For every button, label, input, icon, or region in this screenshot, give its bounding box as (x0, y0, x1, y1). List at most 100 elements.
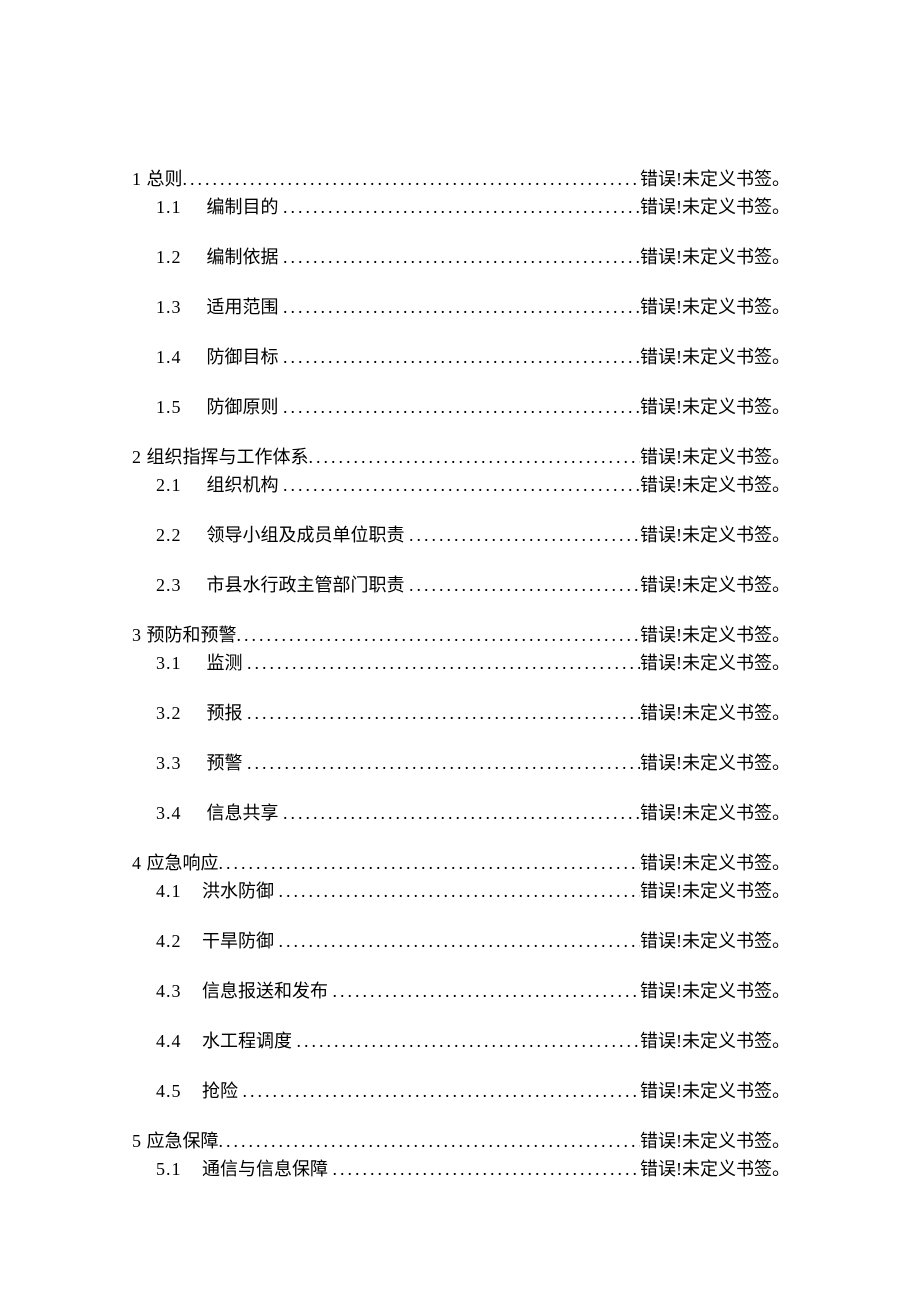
toc-entry-label: 1.1 编制目的 (156, 194, 283, 220)
toc-entry-label: 4.5抢险 (156, 1078, 243, 1104)
toc-entry-label: 1.5 防御原则 (156, 394, 283, 420)
dot-leader: ........................................… (247, 750, 640, 776)
toc-entry-number: 5 (132, 1128, 142, 1154)
toc-entry-pageref: 错误!未定义书签。 (640, 472, 790, 498)
dot-leader: ........................................… (283, 244, 640, 270)
toc-entry-label: 2.2 领导小组及成员单位职责 (156, 522, 409, 548)
toc-entry-label: 5.1通信与信息保障 (156, 1156, 333, 1182)
toc-entry-title: 监测 (207, 653, 243, 673)
toc-entry-title: 抢险 (202, 1081, 238, 1101)
toc-entry-subsection: 1.3 适用范围 ...............................… (132, 294, 790, 320)
toc-entry-subsection: 4.1洪水防御 ................................… (132, 878, 790, 904)
dot-leader: ........................................… (283, 344, 640, 370)
toc-entry-section: 5 应急保障..................................… (132, 1128, 790, 1154)
toc-entry-title: 信息共享 (207, 803, 279, 823)
toc-entry-pageref: 错误!未定义书签。 (640, 850, 790, 876)
toc-entry-label: 2.3 市县水行政主管部门职责 (156, 572, 409, 598)
toc-entry-number: 5.1 (156, 1156, 202, 1182)
toc-entry-number: 4.3 (156, 978, 202, 1004)
dot-leader: ........................................… (237, 622, 641, 648)
toc-entry-label: 3.1 监测 (156, 650, 247, 676)
toc-entry-pageref: 错误!未定义书签。 (640, 572, 790, 598)
dot-leader: ........................................… (279, 878, 641, 904)
toc-entry-number: 3.3 (156, 750, 202, 776)
toc-entry-title: 总则 (147, 169, 183, 189)
toc-entry-number: 4.5 (156, 1078, 202, 1104)
toc-entry-subsection: 3.2 预报 .................................… (132, 700, 790, 726)
toc-entry-pageref: 错误!未定义书签。 (640, 244, 790, 270)
toc-entry-title: 干旱防御 (202, 931, 274, 951)
toc-entry-pageref: 错误!未定义书签。 (640, 522, 790, 548)
toc-entry-subsection: 3.3 预警 .................................… (132, 750, 790, 776)
toc-entry-label: 2 组织指挥与工作体系 (132, 444, 309, 470)
toc-entry-title: 信息报送和发布 (202, 981, 328, 1001)
table-of-contents: 1 总则....................................… (132, 166, 790, 1182)
dot-leader: ........................................… (309, 444, 641, 470)
dot-leader: ........................................… (283, 294, 640, 320)
toc-entry-label: 4.1洪水防御 (156, 878, 279, 904)
toc-entry-pageref: 错误!未定义书签。 (640, 622, 790, 648)
toc-entry-label: 3.3 预警 (156, 750, 247, 776)
toc-entry-number: 4.2 (156, 928, 202, 954)
toc-entry-label: 4.2干旱防御 (156, 928, 279, 954)
toc-entry-label: 2.1 组织机构 (156, 472, 283, 498)
toc-entry-number: 2.1 (156, 472, 202, 498)
toc-entry-title: 应急保障 (147, 1131, 219, 1151)
toc-entry-section: 4 应急响应..................................… (132, 850, 790, 876)
toc-entry-title: 组织机构 (207, 475, 279, 495)
dot-leader: ........................................… (409, 572, 640, 598)
toc-entry-title: 水工程调度 (202, 1031, 292, 1051)
dot-leader: ........................................… (333, 978, 641, 1004)
toc-entry-subsection: 4.5抢险 ..................................… (132, 1078, 790, 1104)
dot-leader: ........................................… (247, 650, 640, 676)
toc-entry-section: 3 预防和预警.................................… (132, 622, 790, 648)
toc-entry-pageref: 错误!未定义书签。 (640, 1028, 790, 1054)
dot-leader: ........................................… (219, 850, 641, 876)
toc-entry-number: 4 (132, 850, 142, 876)
toc-entry-pageref: 错误!未定义书签。 (640, 1156, 790, 1182)
toc-entry-number: 1.4 (156, 344, 202, 370)
toc-entry-title: 编制目的 (207, 197, 279, 217)
dot-leader: ........................................… (283, 194, 640, 220)
toc-entry-pageref: 错误!未定义书签。 (640, 394, 790, 420)
toc-entry-label: 1.3 适用范围 (156, 294, 283, 320)
toc-entry-subsection: 1.1 编制目的 ...............................… (132, 194, 790, 220)
toc-entry-number: 1.1 (156, 194, 202, 220)
dot-leader: ........................................… (333, 1156, 641, 1182)
toc-entry-pageref: 错误!未定义书签。 (640, 650, 790, 676)
toc-entry-pageref: 错误!未定义书签。 (640, 750, 790, 776)
dot-leader: ........................................… (283, 800, 640, 826)
dot-leader: ........................................… (279, 928, 641, 954)
toc-entry-subsection: 1.4 防御目标 ...............................… (132, 344, 790, 370)
toc-entry-pageref: 错误!未定义书签。 (640, 978, 790, 1004)
toc-entry-subsection: 3.4 信息共享 ...............................… (132, 800, 790, 826)
toc-entry-section: 2 组织指挥与工作体系.............................… (132, 444, 790, 470)
toc-entry-subsection: 4.4水工程调度 ...............................… (132, 1028, 790, 1054)
toc-entry-pageref: 错误!未定义书签。 (640, 928, 790, 954)
toc-entry-subsection: 1.5 防御原则 ...............................… (132, 394, 790, 420)
toc-entry-label: 4.4水工程调度 (156, 1028, 297, 1054)
toc-entry-subsection: 2.2 领导小组及成员单位职责 ........................… (132, 522, 790, 548)
toc-entry-number: 1.3 (156, 294, 202, 320)
toc-entry-subsection: 1.2 编制依据 ...............................… (132, 244, 790, 270)
dot-leader: ........................................… (283, 394, 640, 420)
toc-entry-pageref: 错误!未定义书签。 (640, 344, 790, 370)
dot-leader: ........................................… (283, 472, 640, 498)
toc-entry-subsection: 4.3信息报送和发布 .............................… (132, 978, 790, 1004)
toc-entry-label: 4 应急响应 (132, 850, 219, 876)
toc-entry-title: 编制依据 (207, 247, 279, 267)
toc-entry-title: 适用范围 (207, 297, 279, 317)
toc-entry-section: 1 总则....................................… (132, 166, 790, 192)
toc-entry-title: 预防和预警 (147, 625, 237, 645)
toc-entry-label: 1.4 防御目标 (156, 344, 283, 370)
dot-leader: ........................................… (297, 1028, 641, 1054)
toc-entry-pageref: 错误!未定义书签。 (640, 700, 790, 726)
dot-leader: ........................................… (243, 1078, 641, 1104)
toc-entry-number: 4.1 (156, 878, 202, 904)
toc-entry-subsection: 2.3 市县水行政主管部门职责 ........................… (132, 572, 790, 598)
toc-entry-title: 洪水防御 (202, 881, 274, 901)
toc-entry-number: 2 (132, 444, 142, 470)
toc-entry-pageref: 错误!未定义书签。 (640, 166, 790, 192)
toc-entry-pageref: 错误!未定义书签。 (640, 800, 790, 826)
dot-leader: ........................................… (183, 166, 641, 192)
